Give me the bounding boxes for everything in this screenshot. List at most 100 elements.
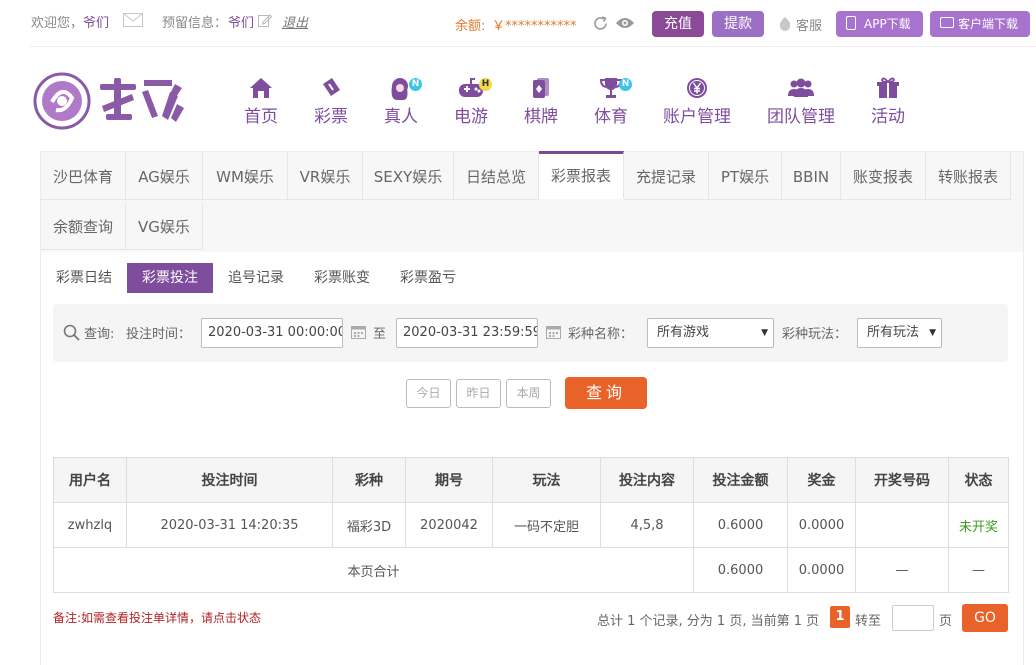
tab-saba-sports[interactable]: 沙巴体育 <box>41 152 126 200</box>
current-page-button[interactable]: 1 <box>830 606 850 628</box>
table-row: zwhzlq 2020-03-31 14:20:35 福彩3D 2020042 … <box>53 502 1009 548</box>
lottery-name-label: 彩种名称： <box>568 327 634 342</box>
cell-username: zwhzlq <box>53 502 127 548</box>
go-button[interactable]: GO <box>962 604 1008 632</box>
recharge-button[interactable]: 充值 <box>652 11 704 37</box>
remark-note: 备注:如需查看投注单详情，请点击状态 <box>53 611 262 625</box>
bet-records-table: 用户名 投注时间 彩种 期号 玩法 投注内容 投注金额 奖金 开奖号码 状态 z… <box>53 457 1009 593</box>
cell-issue: 2020042 <box>405 502 493 548</box>
search-icon <box>63 324 80 345</box>
nav-label: 账户管理 <box>663 107 731 127</box>
subtab-lottery-profit[interactable]: 彩票盈亏 <box>397 263 459 293</box>
status-link[interactable]: 未开奖 <box>948 502 1009 548</box>
service-link[interactable]: 客服 <box>796 15 822 34</box>
nav-label: 电游 <box>454 107 488 127</box>
withdraw-button[interactable]: 提款 <box>712 11 764 37</box>
col-amount: 投注金额 <box>693 457 788 503</box>
tab-pt[interactable]: PT娱乐 <box>709 152 782 200</box>
page-total-label: 本页合计 <box>53 547 694 593</box>
ticket-icon <box>314 76 348 100</box>
nav-label: 首页 <box>244 107 278 127</box>
edit-icon[interactable] <box>258 13 273 31</box>
query-label: 查询: <box>84 327 115 342</box>
cell-amount: 0.6000 <box>693 502 788 548</box>
nav-hot-badge: H <box>479 78 492 91</box>
client-download-label: 客户端下载 <box>958 17 1019 31</box>
col-content: 投注内容 <box>600 457 694 503</box>
play-type-label: 彩种玩法： <box>782 327 848 342</box>
yesterday-button[interactable]: 昨日 <box>456 379 501 408</box>
team-icon <box>767 76 835 100</box>
col-status: 状态 <box>948 457 1009 503</box>
col-lottery: 彩种 <box>332 457 406 503</box>
yen-icon <box>663 76 731 100</box>
goto-label: 转至 <box>855 614 882 629</box>
nav-label: 棋牌 <box>524 107 558 127</box>
client-download-button[interactable]: 客户端下载 <box>930 11 1030 37</box>
search-button[interactable]: 查询 <box>565 377 647 409</box>
calendar-icon[interactable] <box>546 324 561 339</box>
page-number-input[interactable] <box>892 605 934 631</box>
cell-play: 一码不定胆 <box>492 502 601 548</box>
mail-icon[interactable] <box>123 13 143 31</box>
cell-bet-time: 2020-03-31 14:20:35 <box>126 502 333 548</box>
tab-bbin[interactable]: BBIN <box>782 152 841 200</box>
nav-chess[interactable]: 棋牌 <box>524 76 558 127</box>
tab-lottery-report[interactable]: 彩票报表 <box>539 151 624 199</box>
tab-daily-overview[interactable]: 日结总览 <box>454 152 539 200</box>
tab-balance-query[interactable]: 余额查询 <box>41 202 126 250</box>
reserved-info-label: 预留信息： <box>162 16 228 31</box>
username-link[interactable]: 爷们 <box>83 12 109 31</box>
this-week-button[interactable]: 本周 <box>506 379 551 408</box>
nav-promotions[interactable]: 活动 <box>871 76 905 127</box>
to-label: 至 <box>373 327 387 342</box>
page-total-draw: — <box>855 547 949 593</box>
tab-balance-change[interactable]: 账变报表 <box>841 152 926 200</box>
top-divider <box>30 46 1036 47</box>
subtab-lottery-balance[interactable]: 彩票账变 <box>311 263 373 293</box>
end-time-input[interactable]: 2020-03-31 23:59:59 <box>396 318 538 348</box>
app-download-button[interactable]: APP下载 <box>836 11 923 37</box>
cell-lottery: 福彩3D <box>332 502 406 548</box>
refresh-icon[interactable] <box>592 15 609 36</box>
tab-deposit-withdraw[interactable]: 充提记录 <box>624 152 709 200</box>
eye-icon[interactable] <box>615 16 635 34</box>
site-logo[interactable] <box>32 70 192 132</box>
col-draw-number: 开奖号码 <box>855 457 949 503</box>
tab-vg[interactable]: VG娱乐 <box>126 202 203 250</box>
logout-link[interactable]: 退出 <box>282 12 308 31</box>
subtab-chase-records[interactable]: 追号记录 <box>225 263 287 293</box>
tab-transfer-report[interactable]: 转账报表 <box>926 152 1011 200</box>
nav-egames[interactable]: H 电游 <box>454 76 492 127</box>
service-icon[interactable] <box>777 16 793 36</box>
nav-team[interactable]: 团队管理 <box>767 76 835 127</box>
monitor-icon <box>940 17 954 28</box>
subtab-lottery-bets[interactable]: 彩票投注 <box>127 263 213 293</box>
nav-home[interactable]: 首页 <box>244 76 278 127</box>
lottery-name-select[interactable]: 所有游戏 ▼ <box>647 318 774 348</box>
home-icon <box>244 76 278 100</box>
nav-lottery[interactable]: 彩票 <box>314 76 348 127</box>
tab-ag[interactable]: AG娱乐 <box>126 152 203 200</box>
tab-sexy[interactable]: SEXY娱乐 <box>363 152 454 200</box>
tab-vr[interactable]: VR娱乐 <box>288 152 363 200</box>
nav-new-badge: N <box>409 78 422 91</box>
today-button[interactable]: 今日 <box>406 379 451 408</box>
play-type-select[interactable]: 所有玩法 ▼ <box>857 318 942 348</box>
nav-sports[interactable]: N 体育 <box>594 76 632 127</box>
nav-label: 活动 <box>871 107 905 127</box>
nav-label: 团队管理 <box>767 107 835 127</box>
tab-wm[interactable]: WM娱乐 <box>203 152 288 200</box>
nav-account[interactable]: 账户管理 <box>663 76 731 127</box>
app-download-label: APP下载 <box>864 17 911 31</box>
nav-live[interactable]: N 真人 <box>384 76 422 127</box>
page-total-amount: 0.6000 <box>693 547 788 593</box>
play-type-value: 所有玩法 <box>867 325 920 340</box>
lottery-name-value: 所有游戏 <box>657 325 710 340</box>
subtab-lottery-daily[interactable]: 彩票日结 <box>53 263 115 293</box>
cards-icon <box>524 76 558 100</box>
gift-icon <box>871 76 905 100</box>
start-time-input[interactable]: 2020-03-31 00:00:00 <box>201 318 343 348</box>
calendar-icon[interactable] <box>351 324 366 339</box>
balance-value: ￥*********** <box>492 19 577 34</box>
